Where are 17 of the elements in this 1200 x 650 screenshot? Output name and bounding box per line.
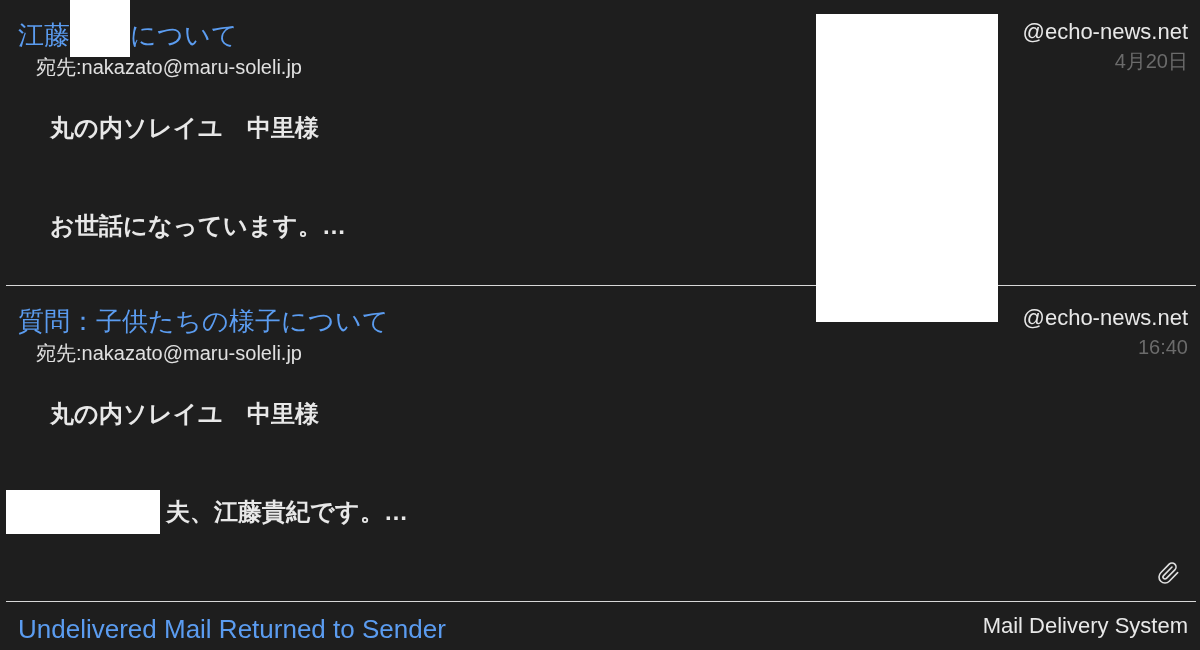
subject-text: について <box>130 19 238 52</box>
redaction-block <box>70 0 130 57</box>
sender-text: Mail Delivery System <box>982 612 1188 640</box>
body-text: 丸の内ソレイユ 中里様 <box>50 400 319 428</box>
recipient-text: 宛先:nakazato@maru-soleli.jp <box>36 341 302 366</box>
body-text: 夫、江藤貴紀です。… <box>166 498 408 526</box>
sender-text: @echo-news.net <box>1022 18 1188 46</box>
sender-text: @echo-news.net <box>1022 304 1188 332</box>
body-text: 丸の内ソレイユ 中里様 <box>50 114 319 142</box>
subject-text: 質問：子供たちの様子について <box>18 305 389 338</box>
date-text: 16:40 <box>1137 335 1188 360</box>
date-text: 4月20日 <box>1114 49 1188 74</box>
message-row[interactable]: Undelivered Mail Returned to Sender Mail Delivery System <box>6 602 1196 650</box>
subject-text: 江藤 <box>18 19 70 52</box>
recipient-text: 宛先:nakazato@maru-soleli.jp <box>36 55 302 80</box>
subject-text: Undelivered Mail Returned to Sender <box>18 613 446 646</box>
body-text: お世話になっています。… <box>50 212 346 240</box>
